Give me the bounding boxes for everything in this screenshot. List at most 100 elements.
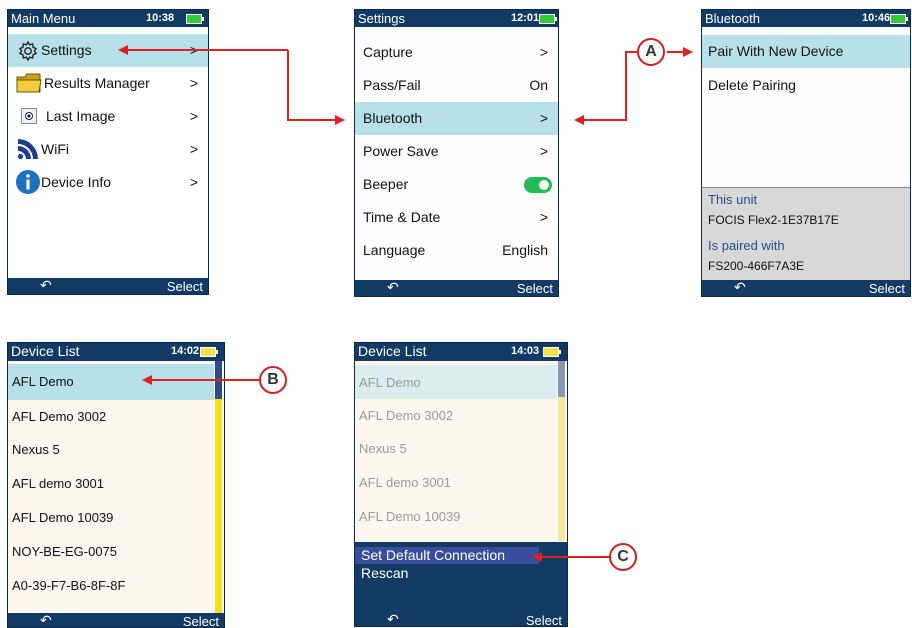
select-button[interactable]: Select — [167, 278, 203, 294]
device-list-item[interactable]: AFL Demo 3002 — [355, 399, 557, 432]
device-name: Nexus 5 — [359, 441, 407, 456]
context-menu: Set Default Connection Rescan — [355, 542, 567, 614]
menu-item-settings[interactable]: Settings > — [8, 34, 208, 67]
device-list-item[interactable]: NOY-BE-EG-0075 — [8, 535, 214, 568]
battery-icon — [890, 14, 908, 24]
scrollbar-thumb[interactable] — [558, 361, 565, 397]
gear-icon — [17, 40, 39, 65]
device-list-item[interactable]: Nexus 5 — [8, 433, 214, 466]
title-bar: Main Menu 10:38 — [8, 10, 208, 27]
back-icon[interactable]: ↶ — [387, 279, 399, 296]
settings-item-pass-fail[interactable]: Pass/Fail On — [355, 69, 558, 102]
settings-item-time-date[interactable]: Time & Date > — [355, 201, 558, 234]
bluetooth-screen: Bluetooth 10:46 Pair With New Device Del… — [701, 9, 911, 297]
settings-item-label: Capture — [363, 44, 413, 60]
toggle-knob — [539, 180, 549, 190]
select-button[interactable]: Select — [183, 613, 219, 627]
chevron-right-icon: > — [189, 141, 198, 157]
chevron-right-icon: > — [189, 75, 198, 91]
device-list-item[interactable]: AFL Demo 10039 — [355, 500, 557, 533]
title-bar: Settings 12:01 — [355, 10, 558, 27]
back-icon[interactable]: ↶ — [734, 279, 746, 296]
chevron-right-icon: > — [539, 44, 548, 60]
bluetooth-item-pair-new[interactable]: Pair With New Device — [702, 35, 910, 68]
title-bar: Bluetooth 10:46 — [702, 10, 910, 27]
select-button[interactable]: Select — [869, 280, 905, 296]
back-icon[interactable]: ↶ — [40, 277, 52, 294]
title-bar: Device List 14:03 — [355, 343, 567, 361]
screen-title: Bluetooth — [705, 11, 760, 26]
device-list-item[interactable]: AFL demo 3001 — [8, 467, 214, 500]
menu-item-wifi[interactable]: WiFi > — [8, 133, 208, 166]
menu-item-rescan[interactable]: Rescan — [355, 565, 539, 582]
menu-item-results-manager[interactable]: Results Manager > — [8, 67, 208, 100]
chevron-right-icon: > — [539, 209, 548, 225]
settings-item-beeper[interactable]: Beeper — [355, 168, 558, 201]
callout-b: B — [259, 366, 287, 394]
screen-title: Device List — [358, 343, 427, 359]
main-menu-screen: Main Menu 10:38 Settings > Results Manag… — [7, 9, 209, 295]
select-button[interactable]: Select — [526, 612, 562, 626]
device-name: AFL Demo 10039 — [359, 509, 461, 524]
device-name: AFL Demo 3002 — [12, 409, 107, 424]
this-unit-value: FOCIS Flex2-1E37B17E — [708, 213, 839, 227]
paired-with-value: FS200-466F7A3E — [708, 259, 805, 273]
select-button[interactable]: Select — [517, 280, 553, 296]
menu-item-device-info[interactable]: Device Info > — [8, 166, 208, 199]
bottom-bar: ↶ Select — [8, 277, 208, 294]
device-list-item[interactable]: AFL Demo — [8, 364, 214, 400]
menu-item-label: Results Manager — [44, 75, 150, 91]
menu-item-set-default-connection[interactable]: Set Default Connection — [355, 547, 539, 564]
scrollbar[interactable] — [558, 361, 565, 541]
settings-item-value: English — [502, 242, 548, 258]
clock: 10:38 — [146, 12, 175, 24]
settings-item-label: Beeper — [363, 176, 409, 192]
device-list-item[interactable]: AFL Demo 10039 — [8, 501, 214, 534]
menu-item-label: WiFi — [41, 141, 69, 157]
device-name: AFL Demo — [359, 375, 421, 390]
device-name: AFL Demo 10039 — [12, 510, 114, 525]
screen-title: Settings — [358, 11, 405, 26]
menu-item-label: Last Image — [46, 108, 116, 124]
back-icon[interactable]: ↶ — [387, 611, 399, 626]
device-list-screen: Device List 14:02 AFL Demo AFL Demo 3002… — [7, 342, 225, 628]
device-list-item[interactable]: AFL demo 3001 — [355, 466, 557, 499]
device-list-item[interactable]: AFL Demo 3002 — [8, 400, 214, 433]
settings-item-label: Bluetooth — [363, 110, 423, 126]
callout-a: A — [637, 38, 665, 66]
clock: 10:46 — [862, 12, 891, 24]
settings-item-capture[interactable]: Capture > — [355, 36, 558, 69]
paired-with-label: Is paired with — [708, 238, 785, 253]
chevron-right-icon: > — [539, 143, 548, 159]
bluetooth-item-delete-pairing[interactable]: Delete Pairing — [702, 69, 910, 102]
chevron-right-icon: > — [189, 108, 198, 124]
device-list-item[interactable]: A0-39-F7-B6-8F-8F — [8, 569, 214, 602]
scrollbar[interactable] — [215, 361, 222, 613]
settings-item-label: Pass/Fail — [363, 77, 421, 93]
settings-item-power-save[interactable]: Power Save > — [355, 135, 558, 168]
device-name: A0-39-F7-B6-8F-8F — [12, 578, 126, 593]
callout-c: C — [609, 543, 637, 571]
settings-item-language[interactable]: Language English — [355, 234, 558, 267]
scrollbar-thumb[interactable] — [215, 361, 222, 399]
chevron-right-icon: > — [189, 174, 198, 190]
battery-icon — [186, 14, 204, 24]
bluetooth-item-label: Delete Pairing — [708, 77, 796, 93]
folder-icon — [16, 72, 42, 97]
bottom-bar: ↶ Select — [355, 279, 558, 296]
beeper-toggle[interactable] — [524, 177, 552, 193]
bluetooth-item-label: Pair With New Device — [708, 43, 844, 59]
menu-item-label: Set Default Connection — [361, 547, 505, 563]
title-bar: Device List 14:02 — [8, 343, 224, 361]
settings-item-value: On — [529, 77, 548, 93]
settings-item-label: Language — [363, 242, 426, 258]
menu-item-last-image[interactable]: Last Image > — [8, 100, 208, 133]
settings-item-bluetooth[interactable]: Bluetooth > — [355, 102, 558, 135]
back-icon[interactable]: ↶ — [40, 612, 52, 627]
info-icon — [15, 169, 41, 198]
device-name: Nexus 5 — [12, 442, 60, 457]
device-list-item[interactable]: AFL Demo — [355, 365, 557, 399]
screen-title: Device List — [11, 343, 80, 359]
device-name: AFL demo 3001 — [12, 476, 105, 491]
device-list-item[interactable]: Nexus 5 — [355, 432, 557, 465]
